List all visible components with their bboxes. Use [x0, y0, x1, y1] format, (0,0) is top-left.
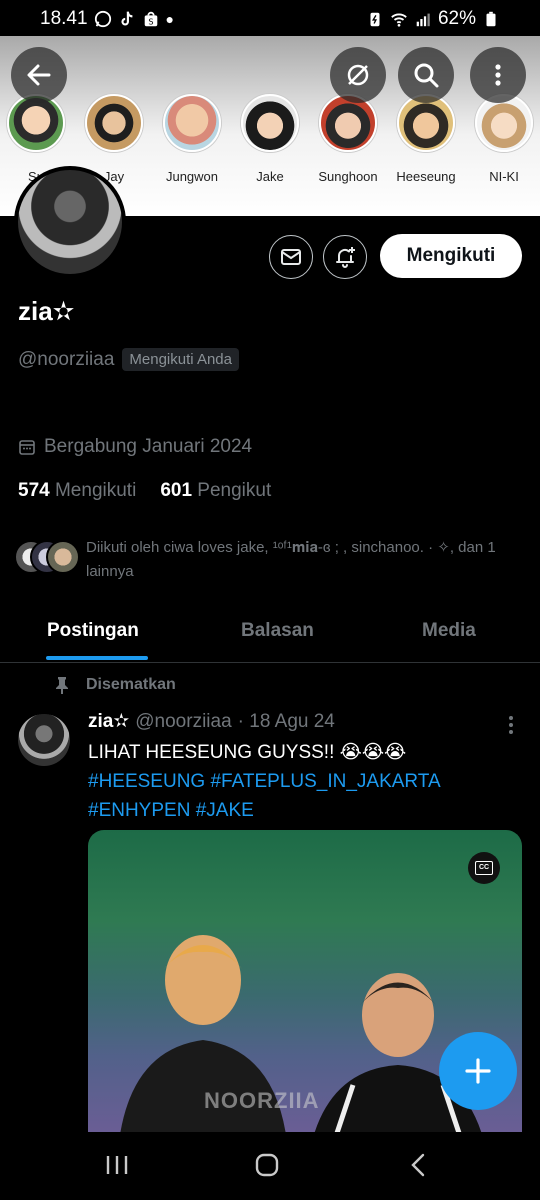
story-sunghoon: Sunghoon: [310, 94, 386, 184]
back-button[interactable]: [11, 47, 67, 103]
story-jungwon: Jungwon: [154, 94, 230, 184]
story-label: Jake: [256, 169, 284, 184]
post-author-handle[interactable]: @noorziiaa: [135, 711, 231, 733]
search-button[interactable]: [398, 47, 454, 103]
compose-post-button[interactable]: [439, 1032, 517, 1110]
story-jake: Jake: [232, 94, 308, 184]
post-hashtags-line2[interactable]: #ENHYPEN #JAKE: [88, 796, 528, 825]
wifi-icon: [391, 13, 407, 27]
status-time: 18.41: [40, 8, 88, 29]
post-author-name[interactable]: zia✫: [88, 710, 129, 733]
chevron-left-icon: [411, 1153, 425, 1177]
post-header: zia✫ @noorziiaa · 18 Agu 24: [88, 710, 335, 733]
story-avatar: [241, 94, 299, 152]
tab-postingan[interactable]: Postingan: [47, 620, 139, 642]
joined-text: Bergabung Januari 2024: [44, 436, 253, 457]
plus-icon: [465, 1058, 491, 1084]
pinned-label-row: Disematkan: [54, 676, 176, 694]
followers-count-link[interactable]: 601 Pengikut: [160, 480, 271, 502]
search-icon: [414, 63, 439, 88]
notification-dot-icon: ●: [165, 11, 175, 27]
arrow-left-icon: [27, 64, 51, 86]
display-name: zia✫: [18, 296, 75, 326]
battery-icon: [486, 11, 496, 27]
following-button[interactable]: Mengikuti: [380, 234, 522, 278]
post-text-line: LIHAT HEESEUNG GUYSS!! 😭😭😭: [88, 742, 407, 763]
story-avatar: [475, 94, 533, 152]
post-hashtags-line1[interactable]: #HEESEUNG #FATEPLUS_IN_JAKARTA: [88, 767, 528, 796]
more-vertical-icon: [495, 64, 501, 86]
signal-icon: [416, 13, 430, 27]
home-button[interactable]: [254, 1152, 280, 1183]
bell-plus-icon: [336, 247, 355, 268]
battery-saver-icon: [370, 12, 380, 27]
story-label: Sunghoon: [318, 169, 378, 184]
followed-by-avatars: [14, 540, 84, 574]
story-ni-ki: NI-KI: [466, 94, 540, 184]
story-avatar: [319, 94, 377, 152]
calendar-icon: [19, 440, 35, 455]
captions-button[interactable]: CC: [468, 852, 500, 884]
tiktok-icon: [121, 11, 133, 26]
profile-avatar[interactable]: [14, 166, 126, 278]
tab-media[interactable]: Media: [422, 620, 476, 642]
following-count: 574: [18, 480, 50, 501]
followers-label: Pengikut: [197, 480, 272, 501]
post-body: LIHAT HEESEUNG GUYSS!! 😭😭😭 #HEESEUNG #FA…: [88, 738, 528, 825]
active-tab-indicator: [46, 656, 148, 660]
story-label: NI-KI: [489, 169, 519, 184]
pinned-label: Disematkan: [86, 676, 176, 693]
followers-count: 601: [160, 480, 193, 501]
system-navigation-bar: [0, 1132, 540, 1200]
following-label: Mengikuti: [54, 480, 137, 501]
pin-icon: [56, 677, 68, 694]
back-nav-button[interactable]: [406, 1152, 432, 1183]
whatsapp-icon: [94, 10, 111, 28]
post-more-button[interactable]: [503, 714, 519, 741]
recent-apps-icon: [106, 1156, 128, 1174]
follow-counts: 574 Mengikuti 601 Pengikut: [18, 480, 271, 502]
grok-icon: [347, 64, 369, 86]
closed-captions-icon: CC: [475, 861, 493, 875]
svg-text:S: S: [148, 16, 153, 26]
story-avatar: [85, 94, 143, 152]
follows-you-badge: Mengikuti Anda: [122, 348, 239, 371]
story-label: Jungwon: [165, 169, 219, 184]
home-icon: [255, 1153, 279, 1177]
message-button[interactable]: [269, 235, 313, 279]
story-avatar: [163, 94, 221, 152]
mutual-avatar: [46, 540, 80, 574]
more-options-button[interactable]: [470, 47, 526, 103]
more-vertical-icon: [509, 716, 513, 734]
shopee-icon: S: [144, 11, 157, 26]
followed-by-text: Diikuti oleh ciwa loves jake, ¹ᵒᶠ¹𝐦𝐢𝐚-ɞ …: [86, 539, 496, 580]
notifications-button[interactable]: [323, 235, 367, 279]
joined-date: Bergabung Januari 2024: [18, 436, 252, 458]
following-count-link[interactable]: 574 Mengikuti: [18, 480, 136, 502]
handle-row: @noorziiaa Mengikuti Anda: [18, 348, 239, 371]
recent-apps-button[interactable]: [104, 1152, 130, 1183]
status-bar: 18.41 S ● 62%: [0, 0, 540, 36]
post-author-avatar[interactable]: [18, 714, 70, 766]
mail-icon: [281, 249, 301, 265]
profile-handle: @noorziiaa: [18, 348, 115, 370]
post-date: · 18 Agu 24: [237, 710, 335, 732]
story-label: Heeseung: [396, 169, 456, 184]
grok-button[interactable]: [330, 47, 386, 103]
story-heeseung: Heeseung: [388, 94, 464, 184]
video-watermark: NOORZIIA: [204, 1088, 320, 1113]
tab-balasan[interactable]: Balasan: [241, 620, 314, 642]
battery-percent: 62%: [437, 8, 476, 29]
